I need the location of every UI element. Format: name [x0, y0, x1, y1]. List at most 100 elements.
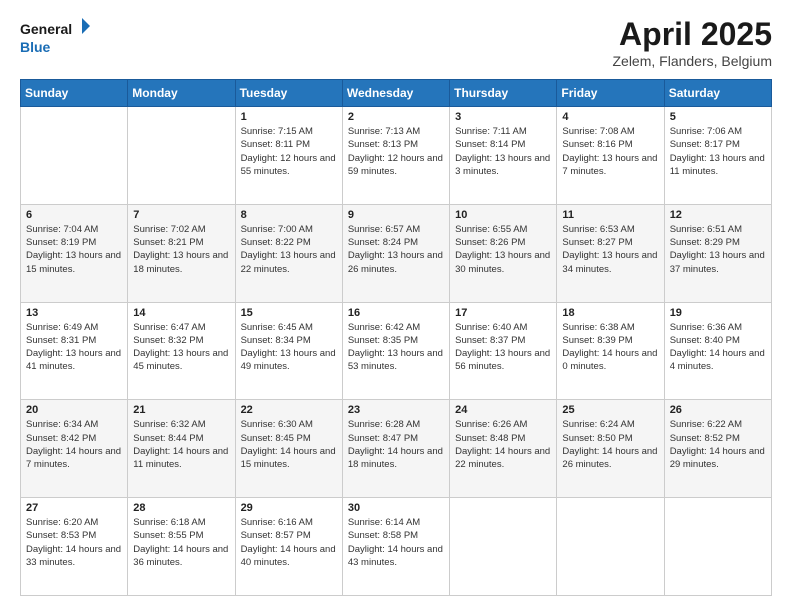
header-sunday: Sunday — [21, 80, 128, 107]
day-number: 16 — [348, 307, 444, 319]
day-info: Sunrise: 6:20 AM Sunset: 8:53 PM Dayligh… — [26, 516, 122, 569]
day-info: Sunrise: 6:53 AM Sunset: 8:27 PM Dayligh… — [562, 223, 658, 276]
day-info: Sunrise: 6:26 AM Sunset: 8:48 PM Dayligh… — [455, 418, 551, 471]
calendar-cell: 30 Sunrise: 6:14 AM Sunset: 8:58 PM Dayli… — [342, 498, 449, 596]
calendar-cell: 5 Sunrise: 7:06 AM Sunset: 8:17 PM Daylig… — [664, 107, 771, 205]
day-info: Sunrise: 7:11 AM Sunset: 8:14 PM Dayligh… — [455, 125, 551, 178]
calendar-cell: 28 Sunrise: 6:18 AM Sunset: 8:55 PM Dayli… — [128, 498, 235, 596]
logo: General Blue — [20, 16, 90, 58]
calendar-cell: 4 Sunrise: 7:08 AM Sunset: 8:16 PM Daylig… — [557, 107, 664, 205]
day-info: Sunrise: 6:36 AM Sunset: 8:40 PM Dayligh… — [670, 321, 766, 374]
day-info: Sunrise: 7:04 AM Sunset: 8:19 PM Dayligh… — [26, 223, 122, 276]
page: General Blue April 2025 Zelem, Flanders,… — [0, 0, 792, 612]
day-info: Sunrise: 7:15 AM Sunset: 8:11 PM Dayligh… — [241, 125, 337, 178]
day-number: 26 — [670, 404, 766, 416]
day-info: Sunrise: 6:38 AM Sunset: 8:39 PM Dayligh… — [562, 321, 658, 374]
calendar-cell: 27Sunrise: 6:20 AM Sunset: 8:53 PM Dayli… — [21, 498, 128, 596]
day-number: 4 — [562, 111, 658, 123]
calendar-cell: 21 Sunrise: 6:32 AM Sunset: 8:44 PM Dayli… — [128, 400, 235, 498]
day-info: Sunrise: 6:32 AM Sunset: 8:44 PM Dayligh… — [133, 418, 229, 471]
day-info: Sunrise: 6:24 AM Sunset: 8:50 PM Dayligh… — [562, 418, 658, 471]
day-info: Sunrise: 6:49 AM Sunset: 8:31 PM Dayligh… — [26, 321, 122, 374]
calendar-cell: 25Sunrise: 6:24 AM Sunset: 8:50 PM Dayli… — [557, 400, 664, 498]
calendar-cell: 14 Sunrise: 6:47 AM Sunset: 8:32 PM Dayli… — [128, 302, 235, 400]
calendar-cell: 24 Sunrise: 6:26 AM Sunset: 8:48 PM Dayli… — [450, 400, 557, 498]
day-number: 12 — [670, 209, 766, 221]
svg-text:Blue: Blue — [20, 39, 51, 55]
day-info: Sunrise: 6:30 AM Sunset: 8:45 PM Dayligh… — [241, 418, 337, 471]
week-row-2: 6 Sunrise: 7:04 AM Sunset: 8:19 PM Daylig… — [21, 204, 772, 302]
day-info: Sunrise: 7:00 AM Sunset: 8:22 PM Dayligh… — [241, 223, 337, 276]
day-number: 30 — [348, 502, 444, 514]
calendar-cell — [557, 498, 664, 596]
day-number: 3 — [455, 111, 551, 123]
day-info: Sunrise: 6:18 AM Sunset: 8:55 PM Dayligh… — [133, 516, 229, 569]
calendar-cell: 17Sunrise: 6:40 AM Sunset: 8:37 PM Dayli… — [450, 302, 557, 400]
calendar-cell: 2 Sunrise: 7:13 AM Sunset: 8:13 PM Daylig… — [342, 107, 449, 205]
day-info: Sunrise: 6:55 AM Sunset: 8:26 PM Dayligh… — [455, 223, 551, 276]
calendar-cell: 7Sunrise: 7:02 AM Sunset: 8:21 PM Daylig… — [128, 204, 235, 302]
calendar-cell: 29Sunrise: 6:16 AM Sunset: 8:57 PM Dayli… — [235, 498, 342, 596]
calendar-body: 1Sunrise: 7:15 AM Sunset: 8:11 PM Daylig… — [21, 107, 772, 596]
day-number: 19 — [670, 307, 766, 319]
header-friday: Friday — [557, 80, 664, 107]
day-info: Sunrise: 6:34 AM Sunset: 8:42 PM Dayligh… — [26, 418, 122, 471]
day-number: 8 — [241, 209, 337, 221]
calendar-cell: 19 Sunrise: 6:36 AM Sunset: 8:40 PM Dayli… — [664, 302, 771, 400]
week-row-5: 27Sunrise: 6:20 AM Sunset: 8:53 PM Dayli… — [21, 498, 772, 596]
calendar-cell: 10 Sunrise: 6:55 AM Sunset: 8:26 PM Dayli… — [450, 204, 557, 302]
day-number: 5 — [670, 111, 766, 123]
day-number: 24 — [455, 404, 551, 416]
day-number: 22 — [241, 404, 337, 416]
day-info: Sunrise: 6:45 AM Sunset: 8:34 PM Dayligh… — [241, 321, 337, 374]
day-number: 28 — [133, 502, 229, 514]
calendar-cell — [21, 107, 128, 205]
calendar-cell: 15 Sunrise: 6:45 AM Sunset: 8:34 PM Dayli… — [235, 302, 342, 400]
day-info: Sunrise: 7:08 AM Sunset: 8:16 PM Dayligh… — [562, 125, 658, 178]
week-row-3: 13 Sunrise: 6:49 AM Sunset: 8:31 PM Dayli… — [21, 302, 772, 400]
day-number: 7 — [133, 209, 229, 221]
calendar-cell: 26Sunrise: 6:22 AM Sunset: 8:52 PM Dayli… — [664, 400, 771, 498]
week-row-4: 20Sunrise: 6:34 AM Sunset: 8:42 PM Dayli… — [21, 400, 772, 498]
header-saturday: Saturday — [664, 80, 771, 107]
calendar-header-row: SundayMondayTuesdayWednesdayThursdayFrid… — [21, 80, 772, 107]
day-info: Sunrise: 7:06 AM Sunset: 8:17 PM Dayligh… — [670, 125, 766, 178]
day-info: Sunrise: 6:14 AM Sunset: 8:58 PM Dayligh… — [348, 516, 444, 569]
calendar-cell: 1Sunrise: 7:15 AM Sunset: 8:11 PM Daylig… — [235, 107, 342, 205]
day-number: 2 — [348, 111, 444, 123]
calendar-cell — [664, 498, 771, 596]
calendar-cell: 23Sunrise: 6:28 AM Sunset: 8:47 PM Dayli… — [342, 400, 449, 498]
day-info: Sunrise: 6:47 AM Sunset: 8:32 PM Dayligh… — [133, 321, 229, 374]
day-number: 18 — [562, 307, 658, 319]
header: General Blue April 2025 Zelem, Flanders,… — [20, 16, 772, 69]
calendar-cell: 13 Sunrise: 6:49 AM Sunset: 8:31 PM Dayli… — [21, 302, 128, 400]
svg-text:General: General — [20, 21, 72, 37]
day-info: Sunrise: 6:16 AM Sunset: 8:57 PM Dayligh… — [241, 516, 337, 569]
calendar-cell: 8 Sunrise: 7:00 AM Sunset: 8:22 PM Daylig… — [235, 204, 342, 302]
day-number: 23 — [348, 404, 444, 416]
calendar-cell: 16 Sunrise: 6:42 AM Sunset: 8:35 PM Dayli… — [342, 302, 449, 400]
day-number: 13 — [26, 307, 122, 319]
day-number: 14 — [133, 307, 229, 319]
calendar-cell: 18 Sunrise: 6:38 AM Sunset: 8:39 PM Dayli… — [557, 302, 664, 400]
calendar-cell: 12Sunrise: 6:51 AM Sunset: 8:29 PM Dayli… — [664, 204, 771, 302]
day-info: Sunrise: 7:13 AM Sunset: 8:13 PM Dayligh… — [348, 125, 444, 178]
day-info: Sunrise: 6:57 AM Sunset: 8:24 PM Dayligh… — [348, 223, 444, 276]
day-number: 10 — [455, 209, 551, 221]
calendar-cell: 20Sunrise: 6:34 AM Sunset: 8:42 PM Dayli… — [21, 400, 128, 498]
day-number: 21 — [133, 404, 229, 416]
month-title: April 2025 — [612, 16, 772, 53]
logo-svg: General Blue — [20, 16, 90, 58]
header-monday: Monday — [128, 80, 235, 107]
title-block: April 2025 Zelem, Flanders, Belgium — [612, 16, 772, 69]
day-number: 11 — [562, 209, 658, 221]
calendar-cell: 22 Sunrise: 6:30 AM Sunset: 8:45 PM Dayli… — [235, 400, 342, 498]
day-number: 6 — [26, 209, 122, 221]
calendar-cell: 11 Sunrise: 6:53 AM Sunset: 8:27 PM Dayli… — [557, 204, 664, 302]
calendar-cell: 9Sunrise: 6:57 AM Sunset: 8:24 PM Daylig… — [342, 204, 449, 302]
day-number: 15 — [241, 307, 337, 319]
calendar-cell — [450, 498, 557, 596]
header-tuesday: Tuesday — [235, 80, 342, 107]
calendar-cell: 6 Sunrise: 7:04 AM Sunset: 8:19 PM Daylig… — [21, 204, 128, 302]
day-info: Sunrise: 6:42 AM Sunset: 8:35 PM Dayligh… — [348, 321, 444, 374]
